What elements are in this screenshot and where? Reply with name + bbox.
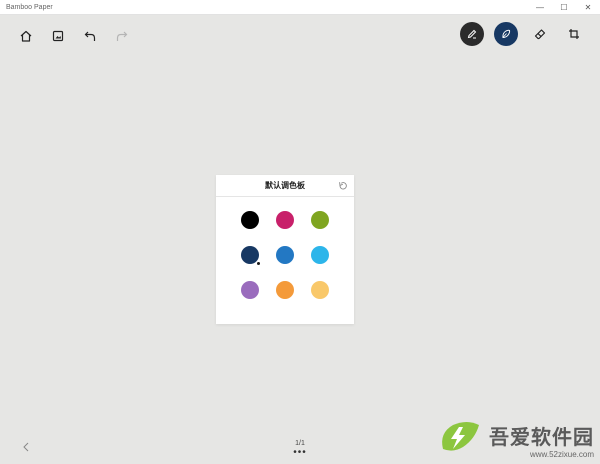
crop-button[interactable]: [562, 22, 586, 46]
color-swatch[interactable]: [311, 246, 329, 264]
lightning-shield-icon: [442, 422, 479, 451]
window-title: Bamboo Paper: [6, 3, 53, 11]
window-controls: — ☐ ✕: [528, 0, 600, 14]
watermark-url: www.52zixue.com: [529, 449, 594, 459]
color-swatch[interactable]: [276, 211, 294, 229]
redo-button[interactable]: [110, 24, 134, 48]
redo-icon: [116, 31, 128, 41]
minimize-button[interactable]: —: [528, 0, 552, 14]
color-palette-popup: 默认调色板: [216, 175, 354, 324]
image-icon: [52, 30, 64, 42]
home-button[interactable]: [14, 24, 38, 48]
selected-indicator: [257, 262, 260, 265]
pen-tool-icon: [467, 29, 477, 39]
toolbar-right: [460, 22, 586, 46]
color-swatch[interactable]: [241, 281, 259, 299]
undo-icon: [84, 31, 96, 41]
color-swatch[interactable]: [276, 246, 294, 264]
crop-icon: [569, 29, 579, 39]
brush-tool-button[interactable]: [494, 22, 518, 46]
watermark: 吾爱软件园 www.52zixue.com: [433, 419, 594, 460]
color-swatch[interactable]: [311, 281, 329, 299]
image-button[interactable]: [46, 24, 70, 48]
color-swatch[interactable]: [241, 246, 259, 264]
close-button[interactable]: ✕: [576, 0, 600, 14]
color-swatch[interactable]: [241, 211, 259, 229]
swatch-grid: [216, 175, 354, 324]
title-bar: Bamboo Paper — ☐ ✕: [0, 0, 600, 15]
eraser-button[interactable]: [528, 22, 552, 46]
brush-tool-icon: [502, 29, 511, 39]
eraser-icon: [534, 29, 546, 40]
watermark-logo: [433, 419, 485, 460]
color-swatch[interactable]: [311, 211, 329, 229]
pen-tool-button[interactable]: [460, 22, 484, 46]
color-swatch[interactable]: [276, 281, 294, 299]
undo-button[interactable]: [78, 24, 102, 48]
maximize-button[interactable]: ☐: [552, 0, 576, 14]
watermark-cn: 吾爱软件园: [489, 426, 594, 449]
watermark-text: 吾爱软件园 www.52zixue.com: [489, 421, 594, 459]
home-icon: [20, 30, 32, 42]
toolbar-left: [14, 24, 134, 48]
